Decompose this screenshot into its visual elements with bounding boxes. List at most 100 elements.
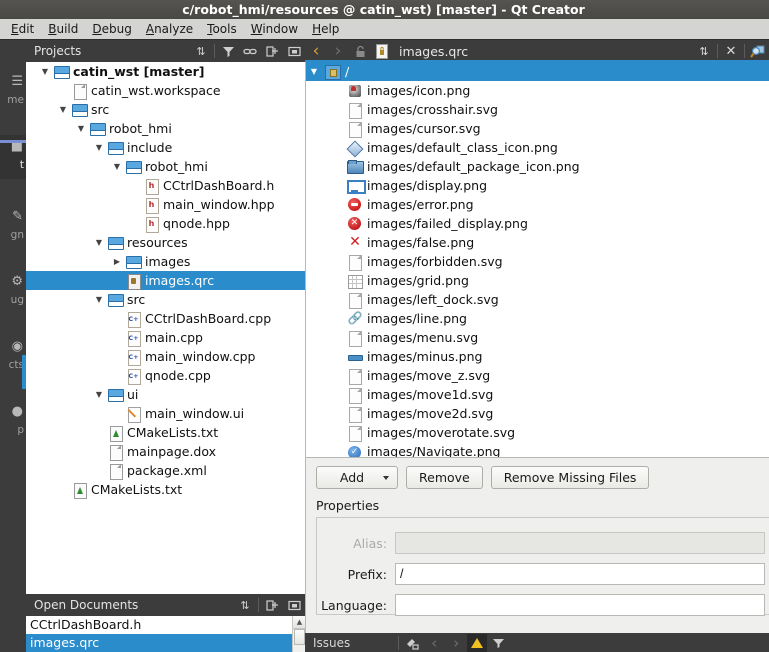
resource-file-list[interactable]: ▼ / images/icon.png images/crosshair.svg ima… [305,62,769,457]
menu-item-debug[interactable]: Debug [85,19,138,39]
tree-row[interactable]: CMakeLists.txt [26,480,305,499]
resource-file-row[interactable]: images/cursor.svg [306,119,769,138]
tree-row[interactable]: ▼ catin_wst [master] [26,62,305,81]
resource-file-row[interactable]: images/crosshair.svg [306,100,769,119]
menu-item-build[interactable]: Build [41,19,85,39]
add-button[interactable]: Add [316,466,398,489]
mode-debug[interactable]: ⚙ ug [0,270,26,314]
chevron-down-icon[interactable]: ▼ [74,119,88,138]
property-input-prefix[interactable] [395,563,765,585]
mode-design[interactable]: ✎ gn [0,205,26,249]
resource-file-row[interactable]: images/move1d.svg [306,385,769,404]
tree-row[interactable]: ▼ resources [26,233,305,252]
resource-file-row[interactable]: images/display.png [306,176,769,195]
chevron-down-icon[interactable]: ▼ [56,100,70,119]
inspect-icon[interactable] [747,41,769,61]
chevron-down-icon[interactable]: ▼ [306,62,322,81]
tree-row[interactable]: ▼ robot_hmi [26,157,305,176]
open-document-item[interactable]: images.qrc [26,634,305,652]
sync-selector-icon[interactable]: ⇅ [190,41,212,61]
editor-document-name[interactable]: images.qrc [393,44,468,59]
mode-help[interactable]: ● p [0,400,26,444]
resource-file-row[interactable]: images/minus.png [306,347,769,366]
open-documents-list[interactable]: CCtrlDashBoard.h images.qrc ▲ [26,616,305,652]
close-pane-icon[interactable] [283,41,305,61]
tree-row[interactable]: CMakeLists.txt [26,423,305,442]
resource-file-row[interactable]: images/false.png [306,233,769,252]
chevron-down-icon[interactable]: ▼ [92,290,106,309]
lock-icon[interactable] [349,41,371,61]
filter-icon[interactable] [487,634,509,652]
tree-row[interactable]: catin_wst.workspace [26,81,305,100]
resource-file-row[interactable]: images/error.png [306,195,769,214]
resource-file-row[interactable]: images/move2d.svg [306,404,769,423]
link-icon[interactable] [239,41,261,61]
menu-item-edit[interactable]: Edit [4,19,41,39]
menu-item-tools[interactable]: Tools [200,19,244,39]
split-icon[interactable] [261,595,283,615]
open-documents-scrollbar[interactable]: ▲ [292,616,305,652]
tree-row[interactable]: ▶ images [26,252,305,271]
tree-row[interactable]: mainpage.dox [26,442,305,461]
sync-selector-icon[interactable]: ⇅ [234,595,256,615]
tree-row[interactable]: qnode.cpp [26,366,305,385]
tree-row[interactable]: main.cpp [26,328,305,347]
menu-item-help[interactable]: Help [305,19,346,39]
resource-file-row[interactable]: images/default_class_icon.png [306,138,769,157]
tree-row[interactable]: ▼ src [26,290,305,309]
tree-row[interactable]: qnode.hpp [26,214,305,233]
close-pane-icon[interactable] [283,595,305,615]
clear-issues-icon[interactable] [401,634,423,652]
tree-row[interactable]: ▼ ui [26,385,305,404]
tree-row[interactable]: main_window.hpp [26,195,305,214]
resource-file-row[interactable]: images/moverotate.svg [306,423,769,442]
document-selector-icon[interactable]: ⇅ [693,41,715,61]
filter-icon[interactable] [217,41,239,61]
chevron-down-icon[interactable]: ▼ [92,385,106,404]
resource-prefix-row[interactable]: ▼ / [306,62,769,81]
chevron-right-icon[interactable]: ▶ [110,252,124,271]
issues-title[interactable]: Issues [305,636,350,650]
prev-issue-icon[interactable]: ‹ [423,634,445,652]
tree-row[interactable]: main_window.ui [26,404,305,423]
menu-item-window[interactable]: Window [244,19,305,39]
close-document-icon[interactable]: ✕ [720,41,742,61]
chevron-down-icon[interactable]: ▼ [92,138,106,157]
tree-row[interactable]: ▼ src [26,100,305,119]
mode-welcome[interactable]: ☰ me [0,70,26,114]
tree-row[interactable]: ▼ include [26,138,305,157]
resource-file-row[interactable]: images/forbidden.svg [306,252,769,271]
resource-file-row[interactable]: images/Navigate.png [306,442,769,457]
resource-file-row[interactable]: images/failed_display.png [306,214,769,233]
resource-file-row[interactable]: images/menu.svg [306,328,769,347]
scroll-up-icon[interactable]: ▲ [293,616,305,629]
project-tree[interactable]: ▼ catin_wst [master] catin_wst.workspace ▼ s… [26,62,305,594]
property-input-language[interactable] [395,594,765,616]
resource-file-row[interactable]: images/move_z.svg [306,366,769,385]
navigate-back-icon[interactable]: ‹ [305,41,327,61]
chevron-down-icon[interactable]: ▼ [38,62,52,81]
properties-title: Properties [316,498,380,513]
scrollbar-thumb[interactable] [294,629,305,645]
chevron-down-icon[interactable]: ▼ [92,233,106,252]
tree-row[interactable]: ▼ robot_hmi [26,119,305,138]
tree-row[interactable]: CCtrlDashBoard.cpp [26,309,305,328]
tree-row[interactable]: package.xml [26,461,305,480]
next-issue-icon[interactable]: › [445,634,467,652]
resource-file-row[interactable]: images/icon.png [306,81,769,100]
tree-row[interactable]: CCtrlDashBoard.h [26,176,305,195]
resource-file-row[interactable]: images/line.png [306,309,769,328]
remove-missing-files-button[interactable]: Remove Missing Files [490,466,650,489]
resource-file-row[interactable]: images/left_dock.svg [306,290,769,309]
resource-file-row[interactable]: images/default_package_icon.png [306,157,769,176]
open-document-item[interactable]: CCtrlDashBoard.h [26,616,305,634]
remove-button[interactable]: Remove [406,466,483,489]
tree-row[interactable]: main_window.cpp [26,347,305,366]
menu-item-analyze[interactable]: Analyze [139,19,200,39]
chevron-down-icon[interactable]: ▼ [110,157,124,176]
split-icon[interactable] [261,41,283,61]
warning-filter-icon[interactable] [467,633,488,652]
tree-row[interactable]: images.qrc [26,271,305,290]
navigate-forward-icon[interactable]: › [327,41,349,61]
resource-file-row[interactable]: images/grid.png [306,271,769,290]
